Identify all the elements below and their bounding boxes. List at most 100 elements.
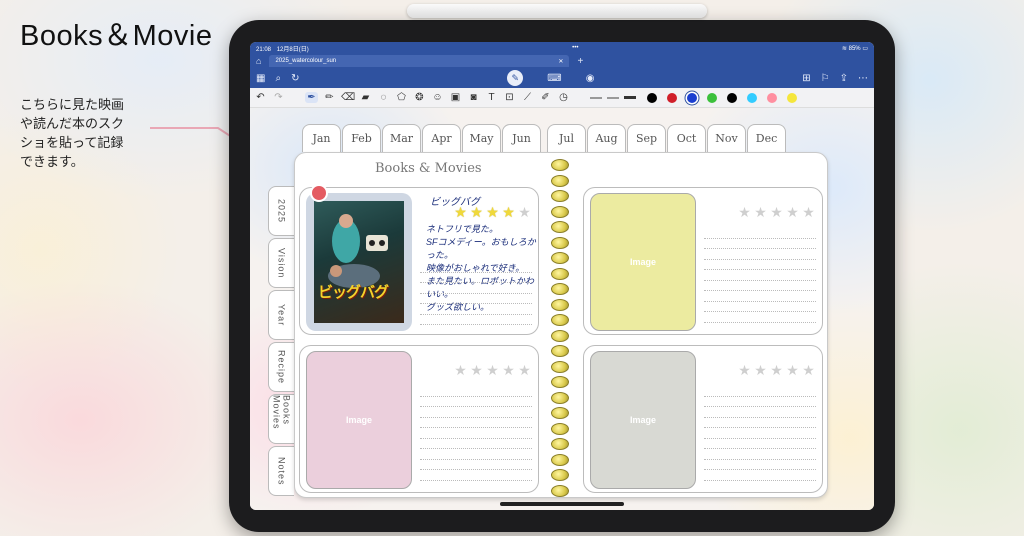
side-tab-2025[interactable]: 2025	[268, 186, 294, 236]
more-dots-icon[interactable]: •••	[572, 45, 578, 51]
color-swatch[interactable]	[667, 92, 677, 103]
month-tab-apr[interactable]: Apr	[422, 124, 461, 152]
promo-title: Books＆Movie	[20, 20, 213, 52]
camera-icon[interactable]: ◙	[467, 92, 480, 103]
lasso-icon[interactable]: ◌	[377, 92, 390, 103]
star-icon[interactable]: ★	[501, 204, 516, 221]
color-swatch[interactable]	[787, 92, 797, 103]
elements-icon[interactable]: ❂	[413, 92, 426, 103]
close-tab-icon[interactable]: ✕	[558, 58, 563, 65]
color-swatch[interactable]	[707, 92, 717, 103]
notebook-canvas[interactable]: Jan Feb Mar Apr May Jun Jul Aug Sep Oct Nov Dec 202…	[250, 108, 874, 510]
star-icon[interactable]: ★	[469, 362, 484, 379]
rating-stars[interactable]: ★ ★ ★ ★ ★	[453, 204, 532, 221]
share-link-icon[interactable]: ↻	[291, 73, 299, 84]
pencil-tool-icon[interactable]: ✏	[323, 92, 336, 103]
eyedropper-icon[interactable]: ✐	[539, 92, 552, 103]
tablet-frame: 21:08 12月8日(日) ••• ≋ 85% ▭ ⌂ 2025_waterc…	[229, 4, 895, 532]
star-icon[interactable]: ★	[517, 204, 532, 221]
export-icon[interactable]: ⇪	[840, 73, 848, 84]
movie-card-4[interactable]: Image ★ ★ ★ ★ ★	[583, 345, 823, 493]
star-icon[interactable]: ★	[737, 204, 752, 221]
month-tab-oct[interactable]: Oct	[667, 124, 706, 152]
thumbnails-icon[interactable]: ▦	[256, 73, 265, 84]
movie-card-3[interactable]: Image ★ ★ ★ ★ ★	[299, 345, 539, 493]
scan-icon[interactable]: ⊡	[503, 92, 516, 103]
image-placeholder[interactable]: Image	[590, 351, 696, 489]
month-tab-jul[interactable]: Jul	[547, 124, 586, 152]
star-icon[interactable]: ★	[753, 204, 768, 221]
ruled-line	[420, 418, 532, 428]
image-insert-icon[interactable]: ▣	[449, 92, 462, 103]
redo-icon[interactable]: ↷	[272, 92, 285, 103]
star-icon[interactable]: ★	[801, 204, 816, 221]
star-icon[interactable]: ★	[501, 362, 516, 379]
edit-mode-icon[interactable]: ✎	[507, 70, 524, 86]
add-page-icon[interactable]: ⊞	[802, 73, 810, 84]
eraser-icon[interactable]: ⌫	[341, 92, 355, 103]
document-tab-label: 2025_watercolour_sun	[275, 58, 337, 64]
movie-card-2[interactable]: Image ★ ★ ★ ★ ★	[583, 187, 823, 335]
month-tab-nov[interactable]: Nov	[707, 124, 746, 152]
text-box-icon[interactable]: T	[485, 92, 498, 103]
month-tab-feb[interactable]: Feb	[342, 124, 381, 152]
star-icon[interactable]: ★	[785, 362, 800, 379]
month-tab-jun[interactable]: Jun	[502, 124, 541, 152]
side-tab-books-movies[interactable]: Books Movies	[268, 394, 294, 444]
timer-icon[interactable]: ◷	[557, 92, 570, 103]
color-swatch[interactable]	[767, 92, 777, 103]
sticker-icon[interactable]: ☺	[431, 92, 444, 103]
month-tab-may[interactable]: May	[462, 124, 501, 152]
rating-stars[interactable]: ★ ★ ★ ★ ★	[453, 362, 532, 379]
stroke-medium-option[interactable]	[607, 96, 619, 99]
side-tab-year[interactable]: Year	[268, 290, 294, 340]
movie-card-1[interactable]: ビッグバグ ビッグバグ ネトフリで見た。 SFコメディー。おもしろかった。 映像…	[299, 184, 539, 335]
star-icon[interactable]: ★	[737, 362, 752, 379]
ruled-line	[704, 449, 816, 460]
star-icon[interactable]: ★	[469, 204, 484, 221]
search-icon[interactable]: ⌕	[275, 73, 281, 84]
star-icon[interactable]: ★	[753, 362, 768, 379]
pen-tool-icon[interactable]: ✒	[305, 92, 318, 103]
side-tab-vision[interactable]: Vision	[268, 238, 294, 288]
star-icon[interactable]: ★	[769, 362, 784, 379]
stroke-thick-option[interactable]	[624, 96, 636, 99]
side-tab-notes[interactable]: Notes	[268, 446, 294, 496]
movie-poster-image[interactable]: ビッグバグ	[306, 193, 412, 331]
month-tab-mar[interactable]: Mar	[382, 124, 421, 152]
highlighter-icon[interactable]: ▰	[359, 92, 372, 103]
month-tab-sep[interactable]: Sep	[627, 124, 666, 152]
laser-pointer-icon[interactable]: ⟋	[521, 92, 534, 103]
stroke-thin-option[interactable]	[590, 96, 602, 99]
rating-stars[interactable]: ★ ★ ★ ★ ★	[737, 362, 816, 379]
star-icon[interactable]: ★	[485, 362, 500, 379]
more-options-icon[interactable]: ⋯	[858, 73, 868, 84]
bookmark-badge-icon	[310, 184, 328, 202]
image-placeholder[interactable]: Image	[590, 193, 696, 331]
new-tab-icon[interactable]: +	[577, 56, 583, 67]
color-swatch[interactable]	[687, 92, 697, 103]
star-icon[interactable]: ★	[785, 204, 800, 221]
home-icon[interactable]: ⌂	[256, 56, 261, 66]
microphone-icon[interactable]: ◉	[586, 73, 595, 84]
document-tab[interactable]: 2025_watercolour_sun ✕	[269, 55, 570, 67]
color-swatch[interactable]	[727, 92, 737, 103]
month-tab-jan[interactable]: Jan	[302, 124, 341, 152]
image-placeholder[interactable]: Image	[306, 351, 412, 489]
star-icon[interactable]: ★	[801, 362, 816, 379]
star-icon[interactable]: ★	[485, 204, 500, 221]
star-icon[interactable]: ★	[453, 204, 468, 221]
star-icon[interactable]: ★	[769, 204, 784, 221]
rating-stars[interactable]: ★ ★ ★ ★ ★	[737, 204, 816, 221]
shape-icon[interactable]: ⬠	[395, 92, 408, 103]
keyboard-icon[interactable]: ⌨	[547, 73, 561, 84]
color-swatch[interactable]	[747, 92, 757, 103]
side-tab-recipe[interactable]: Recipe	[268, 342, 294, 392]
month-tab-dec[interactable]: Dec	[747, 124, 786, 152]
undo-icon[interactable]: ↶	[254, 92, 267, 103]
bookmark-icon[interactable]: ⚐	[821, 73, 830, 84]
star-icon[interactable]: ★	[517, 362, 532, 379]
star-icon[interactable]: ★	[453, 362, 468, 379]
month-tab-aug[interactable]: Aug	[587, 124, 626, 152]
color-swatch[interactable]	[647, 92, 657, 103]
